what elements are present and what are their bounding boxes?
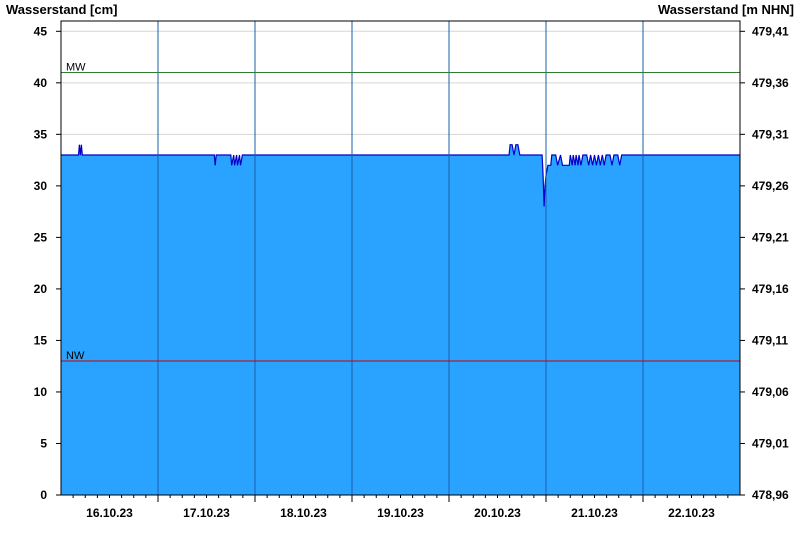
reference-label-mw: MW (66, 62, 86, 74)
reference-label-nw: NW (66, 350, 85, 362)
x-tick-label-3: 19.10.23 (377, 506, 424, 520)
y-left-tick-label-6: 30 (34, 179, 48, 193)
y-right-tick-label-0: 478,96 (752, 488, 789, 502)
y-right-tick-label-2: 479,06 (752, 385, 789, 399)
y-right-axis-title: Wasserstand [m NHN] (658, 2, 794, 17)
y-left-tick-label-1: 5 (40, 436, 47, 450)
y-left-axis: 0 5 10 15 20 25 30 35 40 45 (34, 24, 61, 502)
y-left-tick-label-3: 15 (34, 333, 48, 347)
x-tick-label-4: 20.10.23 (474, 506, 521, 520)
x-axis: 16.10.23 17.10.23 18.10.23 19.10.23 20.10.23… (72, 495, 729, 520)
water-level-chart: Wasserstand [cm] Wasserstand [m NHN] MW N… (6, 2, 794, 520)
x-tick-label-0: 16.10.23 (86, 506, 133, 520)
y-left-tick-label-4: 20 (34, 282, 48, 296)
y-right-tick-label-6: 479,26 (752, 179, 789, 193)
y-left-tick-label-2: 10 (34, 385, 48, 399)
y-right-tick-label-7: 479,31 (752, 127, 789, 141)
y-right-tick-label-1: 479,01 (752, 436, 789, 450)
y-right-tick-label-5: 479,21 (752, 230, 789, 244)
x-tick-label-5: 21.10.23 (571, 506, 618, 520)
y-left-tick-label-5: 25 (34, 230, 48, 244)
y-left-tick-label-8: 40 (34, 76, 48, 90)
y-right-tick-label-8: 479,36 (752, 76, 789, 90)
y-right-tick-label-9: 479,41 (752, 24, 789, 38)
y-left-tick-label-0: 0 (40, 488, 47, 502)
y-left-axis-title: Wasserstand [cm] (6, 2, 118, 17)
y-right-tick-label-3: 479,11 (752, 333, 788, 347)
data-area (61, 144, 740, 495)
y-right-axis: 478,96 479,01 479,06 479,11 479,16 479,21 479,… (740, 24, 789, 502)
x-tick-label-2: 18.10.23 (280, 506, 327, 520)
y-left-tick-label-9: 45 (34, 24, 48, 38)
x-tick-label-6: 22.10.23 (668, 506, 715, 520)
x-tick-label-1: 17.10.23 (183, 506, 230, 520)
y-left-tick-label-7: 35 (34, 127, 48, 141)
series-area-fill (61, 144, 740, 495)
y-right-tick-label-4: 479,16 (752, 282, 789, 296)
